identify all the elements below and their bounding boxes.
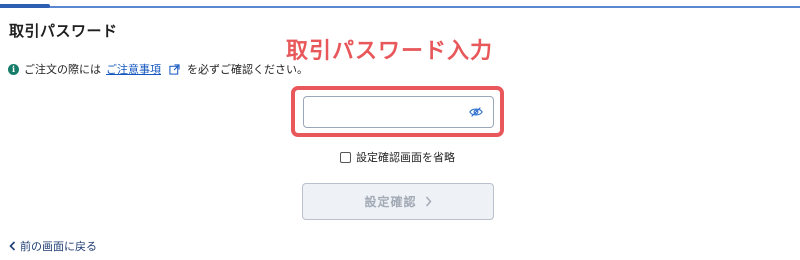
eye-slash-icon[interactable] — [469, 106, 483, 118]
confirm-settings-label: 設定確認 — [364, 195, 417, 209]
notice-prefix: ご注文の際には — [24, 63, 101, 76]
annotation-label: 取引パスワード入力 — [286, 39, 494, 64]
back-link-label: 前の画面に戻る — [20, 240, 97, 253]
skip-confirm-label: 設定確認画面を省略 — [356, 151, 455, 164]
password-input[interactable] — [304, 97, 464, 127]
page: 取引パスワード 取引パスワード入力 i ご注文の際には ご注意事項 を必ずご確認く… — [0, 0, 800, 260]
password-field[interactable] — [303, 96, 494, 128]
chevron-left-icon — [9, 241, 16, 251]
back-link[interactable]: 前の画面に戻る — [9, 238, 97, 254]
info-icon: i — [8, 63, 19, 75]
active-tab-indicator — [0, 4, 50, 8]
external-link-icon[interactable] — [169, 63, 180, 75]
chevron-right-icon — [425, 196, 432, 207]
section-title: 取引パスワード — [9, 22, 118, 40]
notice: i ご注文の際には ご注意事項 を必ずご確認ください。 — [8, 61, 308, 77]
top-divider — [0, 6, 800, 8]
confirm-settings-button[interactable]: 設定確認 — [302, 183, 494, 220]
skip-confirm-checkbox[interactable] — [340, 151, 351, 163]
skip-confirm-option[interactable]: 設定確認画面を省略 — [340, 149, 455, 165]
notice-link[interactable]: ご注意事項 — [106, 61, 161, 77]
notice-suffix: を必ずご確認ください。 — [187, 63, 308, 76]
